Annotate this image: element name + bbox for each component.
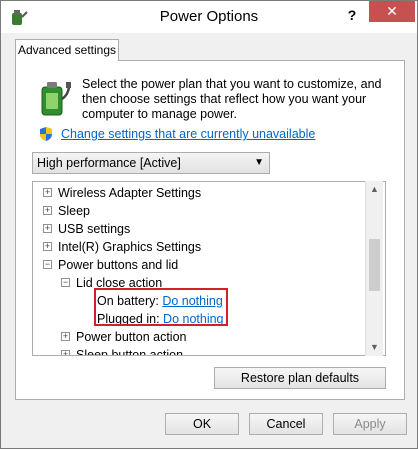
expand-icon[interactable]: +	[61, 332, 70, 342]
restore-button-label: Restore plan defaults	[240, 371, 360, 385]
tree-item-label: Wireless Adapter Settings	[58, 186, 202, 200]
highlight-box	[94, 288, 228, 326]
tree-item-label: Sleep button action	[76, 348, 184, 356]
expand-icon[interactable]: +	[43, 188, 52, 198]
collapse-icon[interactable]: −	[61, 278, 70, 288]
help-button[interactable]: ?	[345, 5, 359, 25]
tree-item-sleep-button-action[interactable]: + Sleep button action	[61, 346, 184, 356]
change-settings-link[interactable]: Change settings that are currently unava…	[61, 127, 315, 141]
tree-scrollbar[interactable]: ▲ ▼	[365, 181, 383, 356]
power-plan-dropdown[interactable]: High performance [Active] ▼	[32, 152, 270, 174]
power-plan-selected: High performance [Active]	[37, 156, 181, 170]
title-bar[interactable]: Power Options ? ✕	[1, 1, 417, 33]
power-options-window: Power Options ? ✕ Advanced settings Sele…	[0, 0, 418, 449]
tab-advanced-settings[interactable]: Advanced settings	[15, 39, 119, 61]
apply-button-label: Apply	[354, 417, 386, 431]
expand-icon[interactable]: +	[43, 224, 52, 234]
tree-item-usb-settings[interactable]: + USB settings	[43, 220, 130, 238]
collapse-icon[interactable]: −	[43, 260, 52, 270]
cancel-button[interactable]: Cancel	[249, 413, 323, 435]
tree-item-label: Power buttons and lid	[58, 258, 179, 272]
chevron-down-icon: ▼	[254, 157, 264, 168]
tree-item-label: Power button action	[76, 330, 187, 344]
tree-item-label: Sleep	[58, 204, 90, 218]
restore-plan-defaults-button[interactable]: Restore plan defaults	[214, 367, 386, 389]
settings-tree[interactable]: + Wireless Adapter Settings + Sleep + USB s…	[32, 181, 386, 356]
plan-description: Select the power plan that you want to c…	[82, 77, 382, 121]
close-button[interactable]: ✕	[369, 1, 415, 22]
tree-item-power-buttons-lid[interactable]: − Power buttons and lid	[43, 256, 178, 274]
scroll-thumb[interactable]	[369, 239, 380, 291]
expand-icon[interactable]: +	[43, 206, 52, 216]
advanced-settings-panel: Select the power plan that you want to c…	[15, 60, 405, 400]
scroll-up-arrow-icon[interactable]: ▲	[366, 181, 383, 198]
tree-item-label: USB settings	[58, 222, 131, 236]
ok-button[interactable]: OK	[165, 413, 239, 435]
tree-item-label: Intel(R) Graphics Settings	[58, 240, 202, 254]
battery-plan-icon	[41, 82, 71, 116]
expand-icon[interactable]: +	[43, 242, 52, 252]
tree-item-intel-graphics[interactable]: + Intel(R) Graphics Settings	[43, 238, 201, 256]
expand-icon[interactable]: +	[61, 350, 70, 355]
apply-button[interactable]: Apply	[333, 413, 407, 435]
tree-item-sleep[interactable]: + Sleep	[43, 202, 90, 220]
uac-shield-icon	[40, 127, 52, 141]
tree-item-wireless-adapter[interactable]: + Wireless Adapter Settings	[43, 184, 201, 202]
scroll-down-arrow-icon[interactable]: ▼	[366, 339, 383, 356]
tree-item-power-button-action[interactable]: + Power button action	[61, 328, 187, 346]
